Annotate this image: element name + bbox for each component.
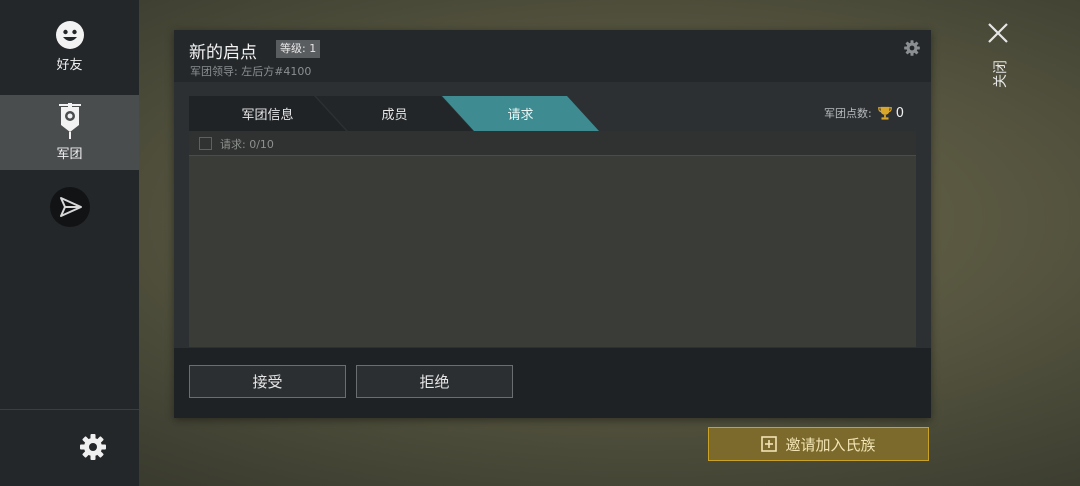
- settings-gear-icon[interactable]: [78, 432, 108, 462]
- select-all-checkbox[interactable]: [199, 137, 212, 150]
- requests-list-header: 请求: 0/10: [189, 131, 916, 156]
- clan-leader: 军团领导: 左后方#4100: [190, 63, 311, 79]
- sidebar-item-clan[interactable]: 军团: [0, 95, 139, 170]
- invite-to-clan-label: 邀请加入氏族: [785, 435, 876, 454]
- clan-name: 新的启点: [189, 43, 257, 63]
- sidebar-divider: [0, 409, 139, 410]
- leader-prefix: 军团领导:: [190, 65, 242, 78]
- close-icon[interactable]: [985, 20, 1011, 46]
- panel-tabs: 军团信息 成员 请求: [189, 96, 619, 131]
- friends-face-icon: [55, 21, 84, 49]
- plus-box-icon: [761, 436, 778, 452]
- leader-name: 左后方#4100: [241, 65, 312, 78]
- requests-list: 请求: 0/10: [189, 131, 916, 347]
- trophy-icon: [877, 106, 892, 120]
- level-badge: 等级: 1: [276, 40, 321, 58]
- invite-to-clan-button[interactable]: 邀请加入氏族: [708, 427, 929, 461]
- clan-points-label: 军团点数:: [824, 107, 872, 120]
- sidebar-item-send[interactable]: [0, 186, 139, 228]
- reject-button[interactable]: 拒绝: [356, 365, 513, 398]
- close-label[interactable]: 关闭: [990, 60, 1009, 88]
- requests-count: 请求: 0/10: [220, 138, 274, 151]
- sidebar-item-friends[interactable]: 好友: [0, 20, 139, 84]
- sidebar: 好友 军团: [0, 0, 139, 486]
- send-icon: [49, 187, 90, 227]
- clan-banner-icon: [58, 103, 81, 139]
- clan-panel: 新的启点 等级: 1 军团领导: 左后方#4100 军团信息 成员 请求 军团点…: [174, 30, 931, 418]
- clan-points-value: 0: [895, 105, 904, 121]
- sidebar-item-clan-label: 军团: [56, 147, 83, 162]
- accept-button[interactable]: 接受: [189, 365, 346, 398]
- panel-footer: 接受 拒绝: [174, 348, 931, 418]
- clan-points: 军团点数: 0: [824, 105, 904, 121]
- panel-settings-gear-icon[interactable]: [903, 39, 921, 57]
- panel-header: 新的启点 等级: 1 军团领导: 左后方#4100: [174, 30, 931, 82]
- sidebar-item-friends-label: 好友: [56, 58, 83, 73]
